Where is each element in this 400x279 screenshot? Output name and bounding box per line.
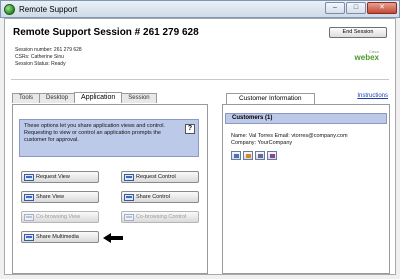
remove-customer-icon[interactable] (267, 151, 277, 160)
cobrowsing-view-button[interactable]: Co-browsing View (21, 211, 99, 223)
webex-logo-text: webex (354, 53, 379, 62)
application-info-box: These options let you share application … (19, 119, 199, 157)
share-view-label: Share View (36, 194, 65, 200)
tab-session[interactable]: Session (121, 93, 157, 103)
request-view-button[interactable]: Request View (21, 171, 99, 183)
tab-desktop[interactable]: Desktop (39, 93, 76, 103)
end-session-button[interactable]: End Session (329, 27, 387, 38)
cobrowsing-view-icon (24, 214, 34, 221)
csrs-line: CSRs: Catherine Sinu (15, 54, 64, 60)
tab-tools[interactable]: Tools (12, 93, 41, 103)
transfer-icon[interactable] (255, 151, 265, 160)
session-status: Session Status: Ready (15, 61, 66, 67)
application-panel: These options let you share application … (12, 104, 208, 274)
session-tabs: Tools Desktop Application Session (12, 92, 157, 103)
session-number: Session number: 261 279 628 (15, 47, 82, 53)
request-view-icon (24, 174, 34, 181)
share-control-button[interactable]: Share Control (121, 191, 199, 203)
window-title: Remote Support (19, 5, 78, 14)
tab-application[interactable]: Application (74, 92, 123, 103)
customer-name-email: Name: Val Torres Email: vtorres@company.… (231, 133, 348, 139)
tab-customer-information[interactable]: Customer Information (226, 93, 315, 104)
header-divider (11, 79, 389, 80)
customer-actions (231, 151, 277, 160)
share-multimedia-button[interactable]: Share Multimedia (21, 231, 99, 243)
share-control-icon (124, 194, 134, 201)
cobrowsing-view-label: Co-browsing View (36, 214, 81, 220)
share-multimedia-label: Share Multimedia (36, 234, 79, 240)
customers-header[interactable]: Customers (1) (225, 113, 387, 124)
customer-panel: Customers (1) Name: Val Torres Email: vt… (222, 104, 390, 274)
request-control-button[interactable]: Request Control (121, 171, 199, 183)
share-multimedia-icon (24, 234, 34, 241)
cobrowsing-control-button[interactable]: Co-browsing Control (121, 211, 199, 223)
cobrowsing-control-icon (124, 214, 134, 221)
request-control-label: Request Control (136, 174, 176, 180)
request-control-icon (124, 174, 134, 181)
maximize-button[interactable]: □ (346, 2, 366, 14)
session-title: Remote Support Session # 261 279 628 (13, 27, 199, 38)
customer-profile-icon[interactable] (231, 151, 241, 160)
share-view-icon (24, 194, 34, 201)
application-info-text: These options let you share application … (24, 123, 165, 143)
instructions-link[interactable]: Instructions (357, 93, 388, 99)
app-icon (4, 4, 15, 15)
request-view-label: Request View (36, 174, 70, 180)
close-button[interactable]: ✕ (367, 2, 397, 14)
session-details: Session number: 261 279 628 CSRs: Cather… (15, 47, 82, 68)
pointer-arrow-icon (103, 233, 123, 243)
webex-logo: Cisco webex (355, 49, 379, 62)
minimize-button[interactable]: – (325, 2, 345, 14)
cobrowsing-control-label: Co-browsing Control (136, 214, 187, 220)
customer-details: Name: Val Torres Email: vtorres@company.… (231, 133, 348, 147)
help-button[interactable]: ? (185, 124, 195, 134)
window-controls: – □ ✕ (325, 2, 397, 14)
customer-company: Company: YourCompany (231, 140, 293, 146)
title-bar: Remote Support – □ ✕ (0, 0, 400, 18)
share-view-button[interactable]: Share View (21, 191, 99, 203)
share-control-label: Share Control (136, 194, 170, 200)
add-customer-icon[interactable] (243, 151, 253, 160)
